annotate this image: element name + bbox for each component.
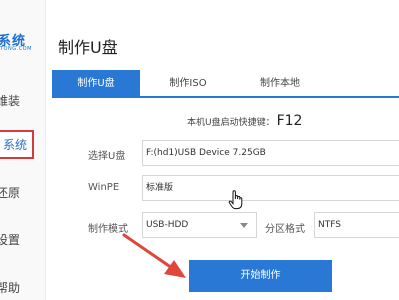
usb-select-dropdown[interactable]: F:(hd1)USB Device 7.25GB xyxy=(142,140,399,166)
winpe-value: 标准版 xyxy=(146,183,174,193)
sidebar-item-help[interactable]: 帮助 xyxy=(0,279,20,296)
winpe-label: WinPE xyxy=(88,182,120,193)
tab-make-usb[interactable]: 制作U盘 xyxy=(52,70,140,98)
usb-select-label: 选择U盘 xyxy=(88,151,126,162)
page-title: 制作U盘 xyxy=(58,38,118,57)
partition-dropdown[interactable]: NTFS xyxy=(314,212,399,238)
app-logo-subtitle: TONG.COM xyxy=(0,46,32,52)
start-make-button[interactable]: 开始制作 xyxy=(189,260,332,292)
winpe-dropdown[interactable]: 标准版 xyxy=(142,175,399,201)
sidebar-item-settings[interactable]: 设置 xyxy=(0,231,20,248)
usb-select-value: F:(hd1)USB Device 7.25GB xyxy=(146,148,266,158)
sidebar: 系统 TONG.COM 维装 系统 还原 设置 帮助 xyxy=(0,0,46,300)
partition-value: NTFS xyxy=(318,220,341,230)
annotation-arrow-icon xyxy=(122,233,186,278)
mode-value: USB-HDD xyxy=(146,220,189,230)
hotkey-info: 本机U盘启动快捷键： F12 xyxy=(187,113,302,129)
sidebar-item-install[interactable]: 维装 xyxy=(0,92,20,109)
hotkey-value: F12 xyxy=(276,113,303,129)
tab-make-local[interactable]: 制作本地 xyxy=(236,70,324,98)
tab-make-iso[interactable]: 制作ISO xyxy=(144,70,232,98)
sidebar-item-system[interactable]: 系统 xyxy=(0,130,35,159)
chevron-down-icon xyxy=(240,223,248,228)
sidebar-item-restore[interactable]: 还原 xyxy=(0,184,20,201)
partition-label: 分区格式 xyxy=(265,224,305,235)
hotkey-label: 本机U盘启动快捷键： xyxy=(187,118,275,128)
hand-cursor-icon xyxy=(228,190,243,210)
tab-bar: 制作U盘 制作ISO 制作本地 xyxy=(52,70,399,98)
